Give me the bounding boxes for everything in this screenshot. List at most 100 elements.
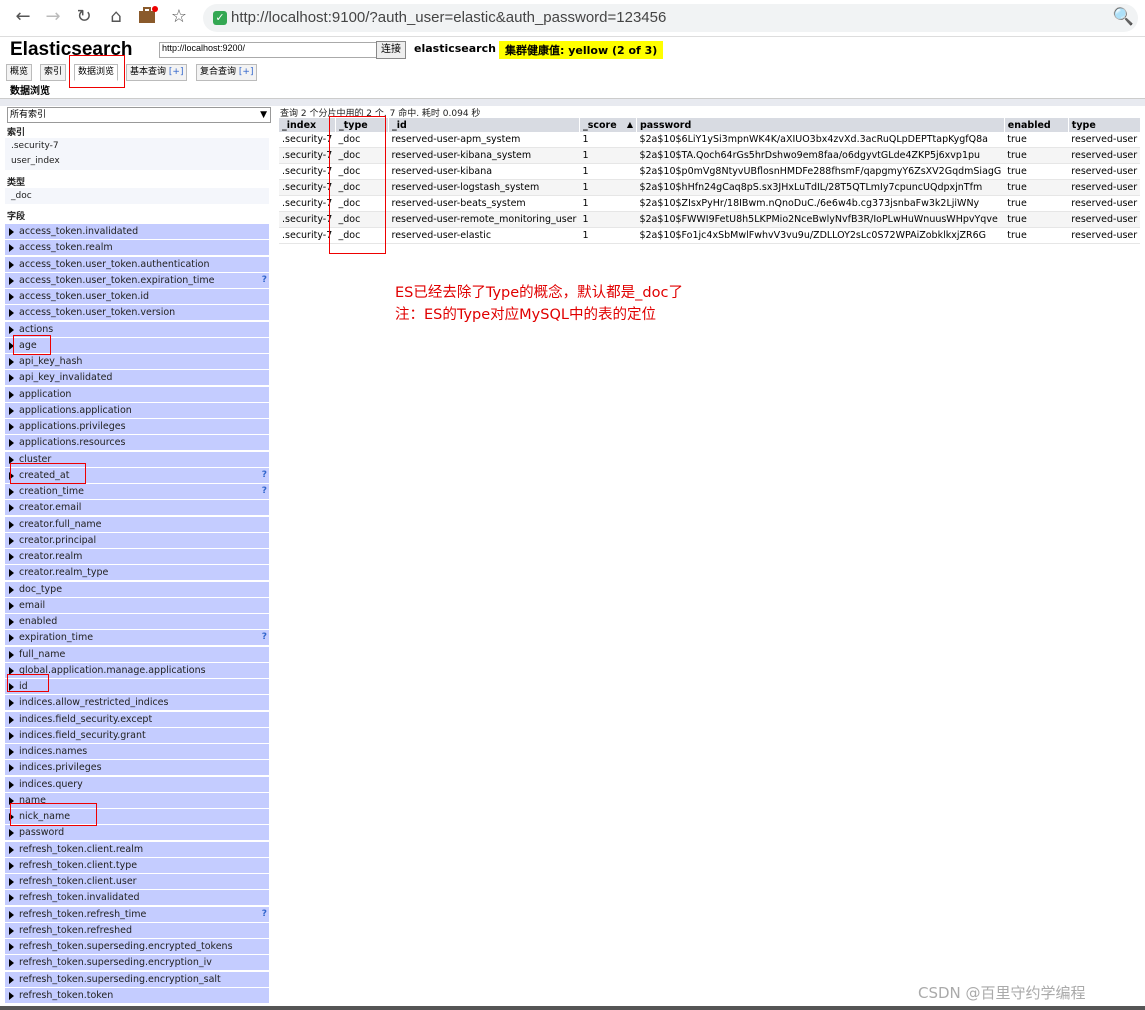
- field-item[interactable]: creator.realm_type: [5, 565, 269, 582]
- column-header[interactable]: _index: [279, 118, 336, 132]
- field-item[interactable]: access_token.user_token.id: [5, 289, 269, 305]
- field-item[interactable]: creator.email: [5, 500, 269, 517]
- sort-ascending-icon[interactable]: ▲: [627, 120, 633, 129]
- field-item[interactable]: indices.names: [5, 744, 269, 760]
- expand-triangle-icon[interactable]: [9, 601, 14, 610]
- help-icon[interactable]: ?: [262, 468, 267, 483]
- field-item[interactable]: access_token.invalidated: [5, 224, 269, 240]
- index-item[interactable]: .security-7: [11, 141, 59, 151]
- expand-triangle-icon[interactable]: [9, 894, 14, 903]
- expand-triangle-icon[interactable]: [9, 553, 14, 561]
- field-item[interactable]: creator.realm: [5, 549, 269, 565]
- expand-triangle-icon[interactable]: [9, 959, 14, 968]
- bookmark-star-icon[interactable]: ☆: [168, 6, 190, 28]
- field-item[interactable]: full_name: [5, 646, 269, 663]
- field-item[interactable]: refresh_token.token: [5, 987, 269, 1004]
- expand-triangle-icon[interactable]: [9, 358, 14, 366]
- address-url[interactable]: http://localhost:9100/?auth_user=elastic…: [231, 9, 666, 26]
- tab-compound-query[interactable]: 复合查询 [+]: [196, 64, 258, 81]
- tab-plus[interactable]: [+]: [169, 67, 184, 77]
- expand-triangle-icon[interactable]: [9, 520, 14, 529]
- field-item[interactable]: access_token.user_token.authentication: [5, 256, 269, 273]
- expand-triangle-icon[interactable]: [9, 228, 14, 236]
- expand-triangle-icon[interactable]: [9, 991, 14, 1000]
- expand-triangle-icon[interactable]: [9, 504, 14, 513]
- expand-triangle-icon[interactable]: [9, 975, 14, 984]
- field-item[interactable]: refresh_token.invalidated: [5, 890, 269, 907]
- field-item[interactable]: indices.privileges: [5, 760, 269, 777]
- field-item[interactable]: email: [5, 597, 269, 614]
- expand-triangle-icon[interactable]: [9, 926, 14, 935]
- expand-triangle-icon[interactable]: [9, 943, 14, 951]
- field-item[interactable]: indices.allow_restricted_indices: [5, 695, 269, 712]
- table-row[interactable]: .security-7 _doc reserved-user-apm_system 1…: [279, 132, 1141, 148]
- tab-basic-query[interactable]: 基本查询 [+]: [126, 64, 188, 81]
- table-row[interactable]: .security-7 _doc reserved-user-kibana 1 $2a$…: [279, 163, 1141, 180]
- expand-triangle-icon[interactable]: [9, 878, 14, 886]
- field-item[interactable]: enabled: [5, 614, 269, 630]
- field-item[interactable]: indices.field_security.grant: [5, 727, 269, 744]
- expand-triangle-icon[interactable]: [9, 829, 14, 838]
- field-item[interactable]: api_key_invalidated: [5, 370, 269, 387]
- field-item[interactable]: refresh_token.superseding.encryption_sal…: [5, 971, 269, 988]
- expand-triangle-icon[interactable]: [9, 585, 14, 594]
- expand-triangle-icon[interactable]: [9, 715, 14, 724]
- table-row[interactable]: .security-7 _doc reserved-user-remote_moni…: [279, 211, 1141, 228]
- address-bar[interactable]: ✓ http://localhost:9100/?auth_user=elast…: [203, 4, 1138, 32]
- field-item[interactable]: access_token.user_token.version: [5, 305, 269, 322]
- expand-triangle-icon[interactable]: [9, 260, 14, 269]
- type-item[interactable]: _doc: [11, 191, 32, 201]
- column-header[interactable]: enabled: [1004, 118, 1069, 132]
- table-row[interactable]: .security-7 _doc reserved-user-kibana_syst…: [279, 147, 1141, 164]
- tab-overview[interactable]: 概览: [6, 64, 33, 81]
- expand-triangle-icon[interactable]: [9, 374, 14, 383]
- field-item[interactable]: refresh_token.superseding.encryption_iv: [5, 955, 269, 972]
- expand-triangle-icon[interactable]: [9, 423, 14, 431]
- field-item[interactable]: refresh_token.client.realm: [5, 841, 269, 858]
- help-icon[interactable]: ?: [262, 630, 267, 645]
- expand-triangle-icon[interactable]: [9, 780, 14, 789]
- field-item[interactable]: creator.full_name: [5, 516, 269, 533]
- connect-button[interactable]: 连接: [376, 41, 406, 59]
- field-item[interactable]: refresh_token.superseding.encrypted_toke…: [5, 939, 269, 955]
- expand-triangle-icon[interactable]: [9, 650, 14, 659]
- field-item[interactable]: creation_time?: [5, 484, 269, 500]
- field-item[interactable]: applications.resources: [5, 435, 269, 452]
- expand-triangle-icon[interactable]: [9, 293, 14, 301]
- expand-triangle-icon[interactable]: [9, 325, 14, 334]
- expand-triangle-icon[interactable]: [9, 634, 14, 643]
- field-item[interactable]: creator.principal: [5, 532, 269, 549]
- tab-indices[interactable]: 索引: [40, 64, 67, 81]
- expand-triangle-icon[interactable]: [9, 309, 14, 318]
- expand-triangle-icon[interactable]: [9, 731, 14, 740]
- field-item[interactable]: indices.query: [5, 776, 269, 793]
- expand-triangle-icon[interactable]: [9, 244, 14, 253]
- field-item[interactable]: refresh_token.refreshed: [5, 922, 269, 939]
- field-item[interactable]: refresh_token.client.user: [5, 874, 269, 890]
- field-item[interactable]: refresh_token.refresh_time?: [5, 906, 269, 923]
- field-item[interactable]: applications.application: [5, 402, 269, 419]
- expand-triangle-icon[interactable]: [9, 618, 14, 626]
- expand-triangle-icon[interactable]: [9, 406, 14, 415]
- back-icon[interactable]: ←: [12, 6, 34, 28]
- index-select[interactable]: 所有索引 ▼: [7, 107, 271, 123]
- zoom-icon[interactable]: 🔍: [1113, 7, 1134, 27]
- expand-triangle-icon[interactable]: [9, 699, 14, 708]
- help-icon[interactable]: ?: [262, 484, 267, 499]
- field-item[interactable]: refresh_token.client.type: [5, 857, 269, 874]
- field-item[interactable]: indices.field_security.except: [5, 711, 269, 728]
- expand-triangle-icon[interactable]: [9, 748, 14, 756]
- extension-icon[interactable]: [137, 6, 159, 28]
- expand-triangle-icon[interactable]: [9, 488, 14, 496]
- expand-triangle-icon[interactable]: [9, 764, 14, 773]
- table-row[interactable]: .security-7 _doc reserved-user-logstash_sy…: [279, 179, 1141, 196]
- column-header[interactable]: type: [1068, 118, 1141, 132]
- field-item[interactable]: applications.privileges: [5, 419, 269, 435]
- table-row[interactable]: .security-7 _doc reserved-user-elastic 1 $2a…: [279, 227, 1141, 244]
- field-item[interactable]: doc_type: [5, 581, 269, 598]
- help-icon[interactable]: ?: [262, 907, 267, 922]
- field-item[interactable]: api_key_hash: [5, 354, 269, 370]
- expand-triangle-icon[interactable]: [9, 569, 14, 578]
- column-header[interactable]: password: [636, 118, 1005, 132]
- expand-triangle-icon[interactable]: [9, 390, 14, 399]
